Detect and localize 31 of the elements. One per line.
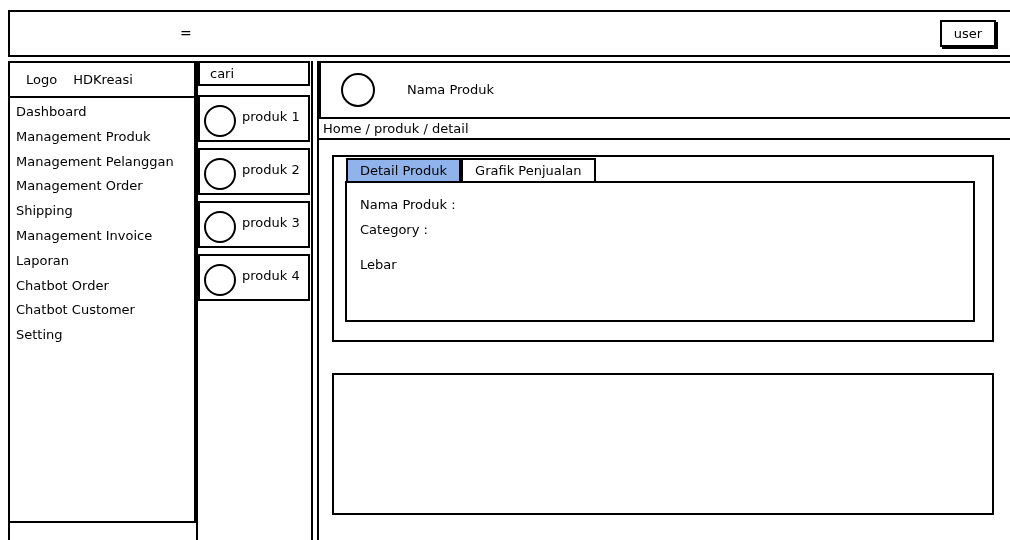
tab[interactable]: Detail Produk	[346, 158, 462, 181]
menu-item[interactable]: Chatbot Order	[16, 275, 188, 301]
product-item[interactable]: produk 4	[198, 254, 310, 301]
menu-item[interactable]: Setting	[16, 325, 188, 350]
product-item[interactable]: produk 1	[198, 95, 310, 142]
field-label: Category :	[360, 222, 428, 237]
avatar-icon	[204, 264, 236, 296]
avatar-icon	[204, 158, 236, 190]
breadcrumb: Home / produk / detail	[319, 119, 1010, 140]
menu-item[interactable]: Management Pelanggan	[16, 151, 188, 177]
menu-item[interactable]: Laporan	[16, 250, 188, 276]
menu-item[interactable]: Management Produk	[16, 126, 188, 152]
product-item[interactable]: produk 3	[198, 201, 310, 248]
avatar-icon	[204, 105, 236, 137]
brand-name: HDKreasi	[73, 70, 133, 89]
menu-item[interactable]: Shipping	[16, 201, 188, 226]
menu-item[interactable]: Chatbot Customer	[16, 300, 188, 326]
search-field[interactable]: cari	[198, 61, 310, 86]
user-button[interactable]: user	[939, 19, 996, 48]
menu-item[interactable]: Dashboard	[16, 102, 188, 127]
avatar-icon	[204, 211, 236, 243]
avatar-icon	[341, 73, 375, 107]
menu-item[interactable]: Management Invoice	[16, 226, 188, 251]
field-label: Lebar	[360, 257, 397, 272]
menu-icon[interactable]: =	[180, 23, 192, 44]
product-item[interactable]: produk 2	[198, 148, 310, 195]
field-label: Nama Produk :	[360, 197, 456, 212]
menu-item[interactable]: Management Order	[16, 176, 188, 202]
tab[interactable]: Grafik Penjualan	[461, 158, 596, 181]
logo-text: Logo	[26, 70, 58, 89]
product-title: Nama Produk	[407, 81, 495, 100]
